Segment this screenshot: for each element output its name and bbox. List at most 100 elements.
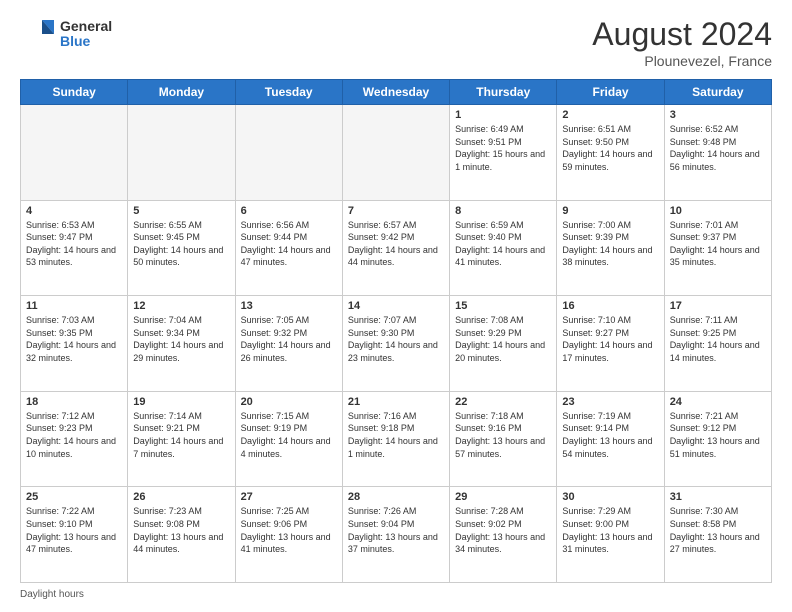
day-cell-19: 19 Sunrise: 7:14 AM Sunset: 9:21 PM Dayl… [128,391,235,487]
day-cell-5: 5 Sunrise: 6:55 AM Sunset: 9:45 PM Dayli… [128,200,235,296]
calendar-header-row: SundayMondayTuesdayWednesdayThursdayFrid… [21,80,772,105]
day-number: 22 [455,396,551,408]
day-number: 3 [670,109,766,121]
day-info: Sunrise: 7:05 AM Sunset: 9:32 PM Dayligh… [241,314,337,364]
day-info: Sunrise: 7:04 AM Sunset: 9:34 PM Dayligh… [133,314,229,364]
day-cell-20: 20 Sunrise: 7:15 AM Sunset: 9:19 PM Dayl… [235,391,342,487]
day-info: Sunrise: 7:29 AM Sunset: 9:00 PM Dayligh… [562,505,658,555]
week-row-4: 18 Sunrise: 7:12 AM Sunset: 9:23 PM Dayl… [21,391,772,487]
day-number: 10 [670,205,766,217]
day-info: Sunrise: 7:23 AM Sunset: 9:08 PM Dayligh… [133,505,229,555]
day-info: Sunrise: 7:08 AM Sunset: 9:29 PM Dayligh… [455,314,551,364]
day-number: 8 [455,205,551,217]
day-info: Sunrise: 7:22 AM Sunset: 9:10 PM Dayligh… [26,505,122,555]
week-row-3: 11 Sunrise: 7:03 AM Sunset: 9:35 PM Dayl… [21,296,772,392]
day-info: Sunrise: 7:12 AM Sunset: 9:23 PM Dayligh… [26,410,122,460]
col-header-wednesday: Wednesday [342,80,449,105]
col-header-monday: Monday [128,80,235,105]
day-cell-empty-0-2 [235,105,342,201]
day-cell-8: 8 Sunrise: 6:59 AM Sunset: 9:40 PM Dayli… [450,200,557,296]
day-cell-21: 21 Sunrise: 7:16 AM Sunset: 9:18 PM Dayl… [342,391,449,487]
day-number: 19 [133,396,229,408]
day-info: Sunrise: 7:03 AM Sunset: 9:35 PM Dayligh… [26,314,122,364]
day-info: Sunrise: 7:14 AM Sunset: 9:21 PM Dayligh… [133,410,229,460]
logo: General Blue [20,16,112,52]
day-info: Sunrise: 7:00 AM Sunset: 9:39 PM Dayligh… [562,219,658,269]
day-cell-9: 9 Sunrise: 7:00 AM Sunset: 9:39 PM Dayli… [557,200,664,296]
day-info: Sunrise: 7:28 AM Sunset: 9:02 PM Dayligh… [455,505,551,555]
day-number: 11 [26,300,122,312]
day-cell-12: 12 Sunrise: 7:04 AM Sunset: 9:34 PM Dayl… [128,296,235,392]
day-cell-22: 22 Sunrise: 7:18 AM Sunset: 9:16 PM Dayl… [450,391,557,487]
logo-blue: Blue [60,34,112,49]
day-number: 21 [348,396,444,408]
day-info: Sunrise: 7:01 AM Sunset: 9:37 PM Dayligh… [670,219,766,269]
day-info: Sunrise: 7:18 AM Sunset: 9:16 PM Dayligh… [455,410,551,460]
day-info: Sunrise: 7:10 AM Sunset: 9:27 PM Dayligh… [562,314,658,364]
day-number: 6 [241,205,337,217]
day-cell-30: 30 Sunrise: 7:29 AM Sunset: 9:00 PM Dayl… [557,487,664,583]
footer: Daylight hours [20,589,772,600]
day-cell-25: 25 Sunrise: 7:22 AM Sunset: 9:10 PM Dayl… [21,487,128,583]
day-number: 12 [133,300,229,312]
day-cell-1: 1 Sunrise: 6:49 AM Sunset: 9:51 PM Dayli… [450,105,557,201]
day-number: 13 [241,300,337,312]
day-info: Sunrise: 7:25 AM Sunset: 9:06 PM Dayligh… [241,505,337,555]
day-info: Sunrise: 6:56 AM Sunset: 9:44 PM Dayligh… [241,219,337,269]
day-number: 25 [26,491,122,503]
day-number: 5 [133,205,229,217]
day-info: Sunrise: 7:15 AM Sunset: 9:19 PM Dayligh… [241,410,337,460]
day-number: 15 [455,300,551,312]
day-number: 1 [455,109,551,121]
day-cell-17: 17 Sunrise: 7:11 AM Sunset: 9:25 PM Dayl… [664,296,771,392]
day-cell-2: 2 Sunrise: 6:51 AM Sunset: 9:50 PM Dayli… [557,105,664,201]
day-cell-11: 11 Sunrise: 7:03 AM Sunset: 9:35 PM Dayl… [21,296,128,392]
day-info: Sunrise: 6:53 AM Sunset: 9:47 PM Dayligh… [26,219,122,269]
day-cell-empty-0-0 [21,105,128,201]
day-cell-empty-0-1 [128,105,235,201]
day-cell-18: 18 Sunrise: 7:12 AM Sunset: 9:23 PM Dayl… [21,391,128,487]
day-number: 7 [348,205,444,217]
day-cell-4: 4 Sunrise: 6:53 AM Sunset: 9:47 PM Dayli… [21,200,128,296]
day-number: 27 [241,491,337,503]
day-number: 23 [562,396,658,408]
day-info: Sunrise: 6:51 AM Sunset: 9:50 PM Dayligh… [562,123,658,173]
logo-general: General [60,19,112,34]
week-row-5: 25 Sunrise: 7:22 AM Sunset: 9:10 PM Dayl… [21,487,772,583]
day-cell-23: 23 Sunrise: 7:19 AM Sunset: 9:14 PM Dayl… [557,391,664,487]
day-info: Sunrise: 6:57 AM Sunset: 9:42 PM Dayligh… [348,219,444,269]
day-cell-16: 16 Sunrise: 7:10 AM Sunset: 9:27 PM Dayl… [557,296,664,392]
week-row-2: 4 Sunrise: 6:53 AM Sunset: 9:47 PM Dayli… [21,200,772,296]
day-cell-empty-0-3 [342,105,449,201]
day-cell-3: 3 Sunrise: 6:52 AM Sunset: 9:48 PM Dayli… [664,105,771,201]
day-cell-24: 24 Sunrise: 7:21 AM Sunset: 9:12 PM Dayl… [664,391,771,487]
location-subtitle: Plounevezel, France [592,53,772,69]
daylight-label: Daylight hours [20,589,84,600]
col-header-sunday: Sunday [21,80,128,105]
day-info: Sunrise: 7:19 AM Sunset: 9:14 PM Dayligh… [562,410,658,460]
day-cell-31: 31 Sunrise: 7:30 AM Sunset: 8:58 PM Dayl… [664,487,771,583]
day-number: 2 [562,109,658,121]
logo-svg [20,16,56,52]
day-cell-29: 29 Sunrise: 7:28 AM Sunset: 9:02 PM Dayl… [450,487,557,583]
day-cell-10: 10 Sunrise: 7:01 AM Sunset: 9:37 PM Dayl… [664,200,771,296]
col-header-thursday: Thursday [450,80,557,105]
week-row-1: 1 Sunrise: 6:49 AM Sunset: 9:51 PM Dayli… [21,105,772,201]
day-number: 31 [670,491,766,503]
day-cell-27: 27 Sunrise: 7:25 AM Sunset: 9:06 PM Dayl… [235,487,342,583]
day-info: Sunrise: 6:52 AM Sunset: 9:48 PM Dayligh… [670,123,766,173]
day-info: Sunrise: 7:21 AM Sunset: 9:12 PM Dayligh… [670,410,766,460]
day-number: 18 [26,396,122,408]
col-header-saturday: Saturday [664,80,771,105]
day-info: Sunrise: 6:59 AM Sunset: 9:40 PM Dayligh… [455,219,551,269]
day-number: 26 [133,491,229,503]
day-cell-6: 6 Sunrise: 6:56 AM Sunset: 9:44 PM Dayli… [235,200,342,296]
month-title: August 2024 [592,16,772,53]
day-info: Sunrise: 7:26 AM Sunset: 9:04 PM Dayligh… [348,505,444,555]
col-header-friday: Friday [557,80,664,105]
day-number: 17 [670,300,766,312]
day-number: 30 [562,491,658,503]
day-number: 28 [348,491,444,503]
day-number: 24 [670,396,766,408]
day-cell-26: 26 Sunrise: 7:23 AM Sunset: 9:08 PM Dayl… [128,487,235,583]
